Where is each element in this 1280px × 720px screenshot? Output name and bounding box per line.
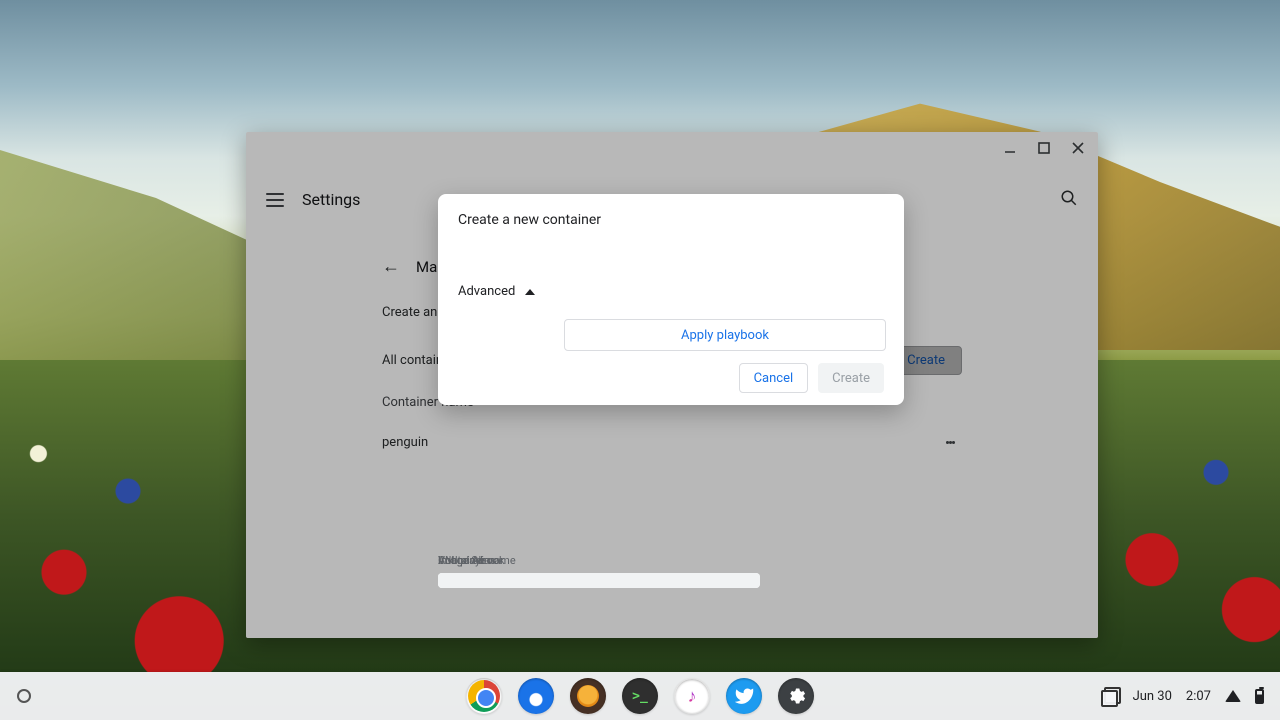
app-lion-icon[interactable] — [570, 678, 606, 714]
app-settings-icon[interactable] — [778, 678, 814, 714]
app-chrome-icon[interactable] — [466, 678, 502, 714]
cancel-button[interactable]: Cancel — [739, 363, 809, 393]
wifi-icon — [1225, 690, 1241, 702]
shelf-time: 2:07 — [1186, 689, 1211, 704]
dialog-title: Create a new container — [458, 212, 884, 228]
launcher-icon — [17, 689, 31, 703]
chevron-up-icon — [525, 289, 535, 295]
apply-playbook-button[interactable]: Apply playbook — [564, 319, 886, 351]
shelf-status-area[interactable]: Jun 30 2:07 — [1101, 687, 1280, 705]
overview-icon[interactable] — [1101, 687, 1119, 705]
create-button: Create — [818, 363, 884, 393]
add-playbook-label: Add playbook — [438, 554, 904, 567]
advanced-toggle[interactable]: Advanced — [458, 266, 564, 299]
app-terminal-icon[interactable]: >_ — [622, 678, 658, 714]
create-container-dialog: Create a new container Container name VM… — [438, 194, 904, 405]
shelf-apps: >_ ♪ — [466, 678, 814, 714]
app-twitter-icon[interactable] — [726, 678, 762, 714]
advanced-label: Advanced — [458, 284, 515, 299]
add-playbook-input[interactable] — [438, 573, 760, 588]
app-files-icon[interactable] — [518, 678, 554, 714]
taskbar-shelf: >_ ♪ Jun 30 2:07 — [0, 672, 1280, 720]
app-music-icon[interactable]: ♪ — [674, 678, 710, 714]
battery-icon — [1255, 689, 1264, 704]
settings-window: Settings ← Manage extra containers Creat… — [246, 132, 1098, 638]
shelf-date: Jun 30 — [1133, 689, 1172, 704]
launcher-button[interactable] — [0, 689, 48, 703]
